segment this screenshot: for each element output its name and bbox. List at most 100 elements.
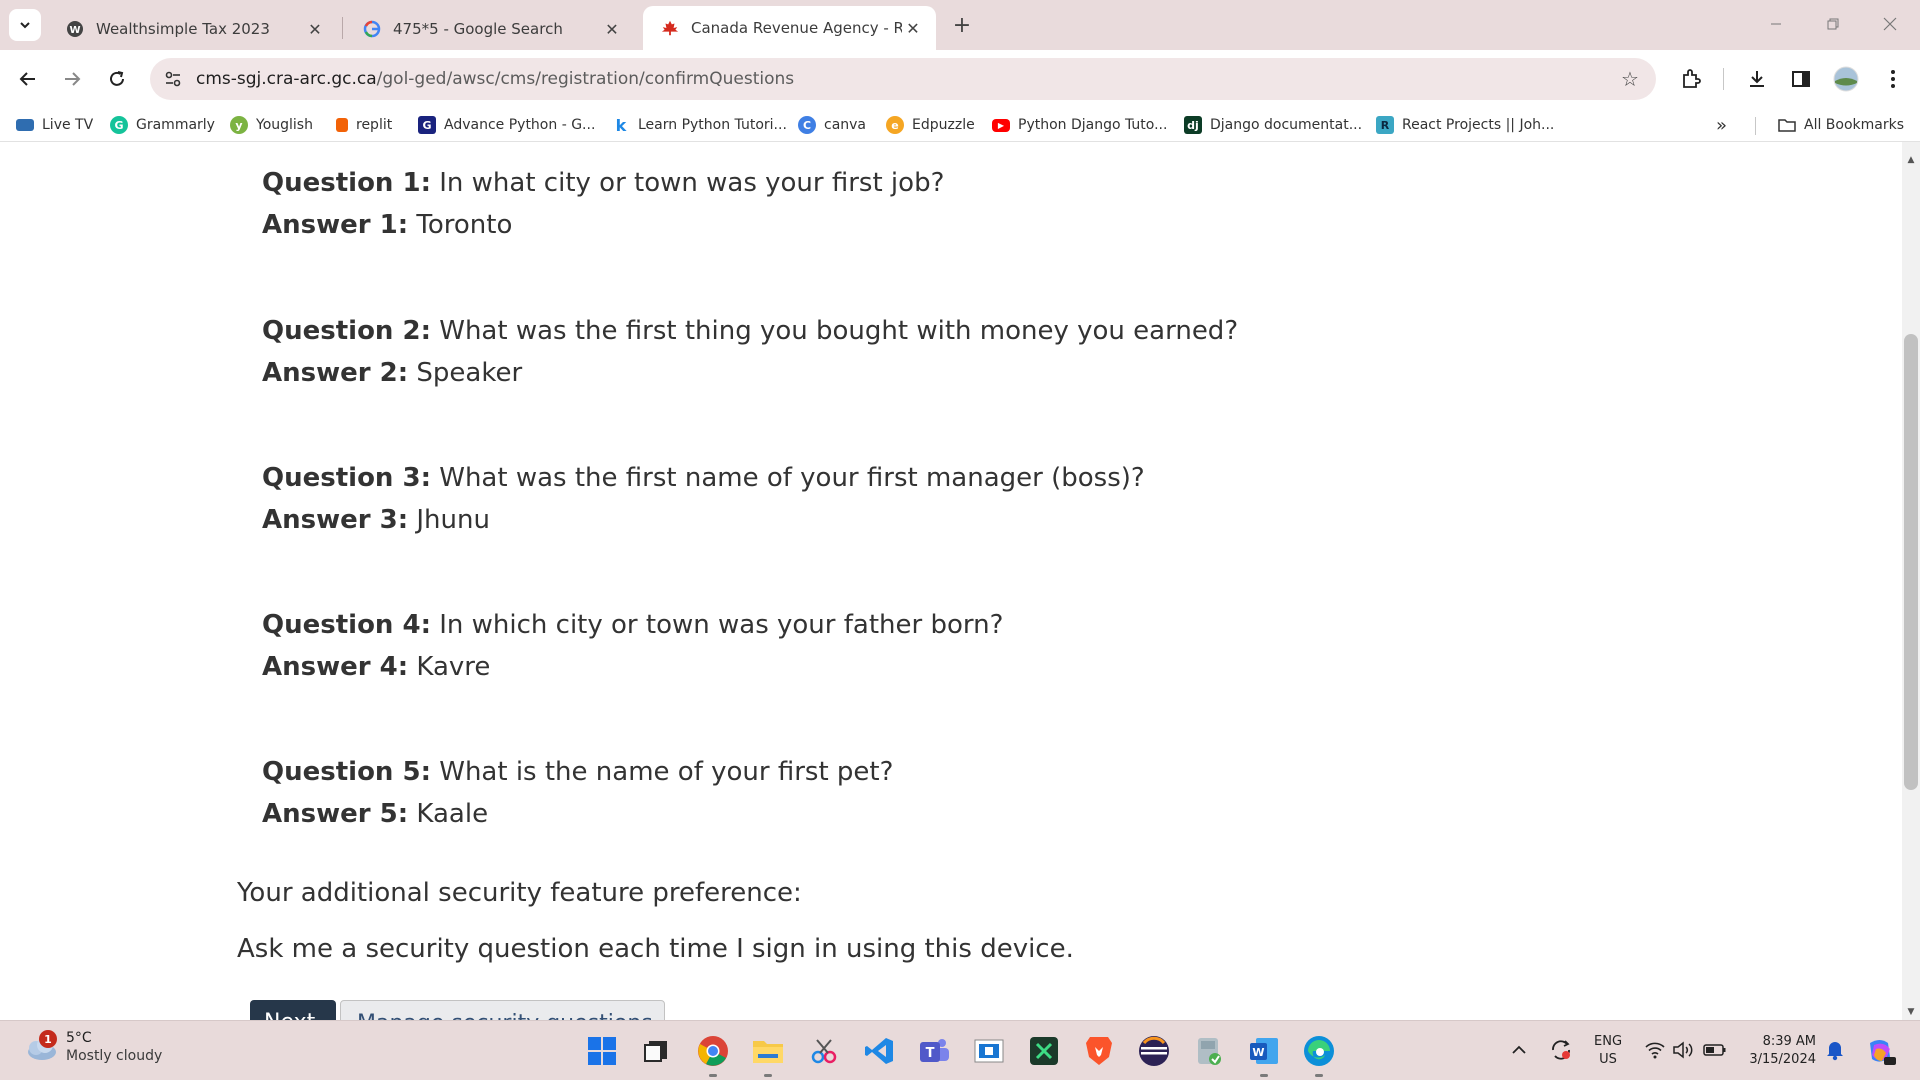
bookmark-replit[interactable]: replit bbox=[336, 115, 392, 135]
bookmark-python-django[interactable]: ▶ Python Django Tuto... bbox=[992, 115, 1167, 135]
question-text: What was the first name of your first ma… bbox=[430, 463, 1145, 493]
minimize-icon[interactable] bbox=[1760, 8, 1792, 40]
bookmark-youglish[interactable]: y Youglish bbox=[230, 115, 313, 135]
answer-text: Jhunu bbox=[408, 505, 490, 535]
brave-icon[interactable] bbox=[1081, 1033, 1117, 1069]
excel-like-app-icon[interactable] bbox=[1026, 1033, 1062, 1069]
bookmark-star-icon[interactable]: ☆ bbox=[1618, 67, 1642, 91]
extensions-icon[interactable] bbox=[1675, 63, 1707, 95]
weather-alert-badge: 1 bbox=[39, 1030, 57, 1048]
snipping-tool-icon[interactable] bbox=[806, 1033, 842, 1069]
tab-google-search[interactable]: 475*5 - Google Search ✕ bbox=[345, 8, 635, 50]
bookmark-live-tv[interactable]: Live TV bbox=[16, 115, 93, 135]
running-indicator bbox=[1315, 1074, 1323, 1077]
remote-desktop-icon[interactable] bbox=[971, 1033, 1007, 1069]
bookmark-label: Learn Python Tutori... bbox=[638, 117, 787, 133]
tab-title: 475*5 - Google Search bbox=[393, 20, 563, 38]
forward-button[interactable] bbox=[56, 63, 88, 95]
start-button[interactable] bbox=[584, 1033, 620, 1069]
chrome-icon[interactable] bbox=[695, 1033, 731, 1077]
restore-icon[interactable] bbox=[1817, 8, 1849, 40]
file-explorer-icon[interactable] bbox=[750, 1033, 786, 1077]
tab-wealthsimple[interactable]: W Wealthsimple Tax 2023 ✕ bbox=[48, 8, 338, 50]
url-host: cms-sgj.cra-arc.gc.ca bbox=[196, 69, 377, 89]
bookmark-label: Python Django Tuto... bbox=[1018, 117, 1168, 133]
menu-dots-icon[interactable] bbox=[1877, 63, 1909, 95]
region-code: US bbox=[1599, 1052, 1617, 1067]
storage-app-icon[interactable] bbox=[1191, 1033, 1227, 1069]
next-button[interactable]: Next bbox=[250, 1000, 336, 1020]
bookmark-advance-python[interactable]: G Advance Python - G... bbox=[418, 115, 595, 135]
new-tab-button[interactable]: + bbox=[950, 13, 974, 38]
copilot-icon[interactable] bbox=[1862, 1033, 1898, 1069]
question-label: Question 5: bbox=[262, 757, 431, 787]
scroll-down-arrow-icon[interactable]: ▼ bbox=[1902, 1004, 1920, 1020]
tab-cra[interactable]: Canada Revenue Agency - Revie ✕ bbox=[643, 6, 936, 50]
side-panel-icon[interactable] bbox=[1785, 63, 1817, 95]
notification-bell-icon[interactable] bbox=[1820, 1035, 1850, 1065]
address-bar[interactable]: cms-sgj.cra-arc.gc.ca/gol-ged/awsc/cms/r… bbox=[150, 58, 1656, 100]
weather-condition: Mostly cloudy bbox=[66, 1048, 163, 1064]
question-label: Question 2: bbox=[262, 316, 431, 346]
task-view-icon[interactable] bbox=[638, 1033, 674, 1069]
profile-avatar[interactable] bbox=[1830, 63, 1862, 95]
clock-date: 3/15/2024 bbox=[1749, 1052, 1816, 1067]
bookmarks-overflow-icon[interactable]: » bbox=[1716, 115, 1727, 136]
toolbar-divider bbox=[1723, 68, 1724, 90]
bookmark-label: Youglish bbox=[256, 117, 313, 133]
close-window-icon[interactable] bbox=[1874, 8, 1906, 40]
close-icon[interactable]: ✕ bbox=[304, 18, 326, 40]
show-hidden-icons-chevron-up-icon[interactable] bbox=[1505, 1035, 1533, 1065]
tab-search-button[interactable] bbox=[9, 9, 41, 41]
back-button[interactable] bbox=[12, 63, 44, 95]
bookmark-learn-python[interactable]: k Learn Python Tutori... bbox=[612, 115, 787, 135]
answer-text: Kavre bbox=[408, 652, 491, 682]
site-settings-icon[interactable] bbox=[162, 68, 184, 90]
weather-widget[interactable]: 1 5°C Mostly cloudy bbox=[22, 1029, 162, 1065]
bookmark-grammarly[interactable]: G Grammarly bbox=[110, 115, 215, 135]
scroll-thumb[interactable] bbox=[1904, 334, 1918, 790]
bookmark-label: React Projects || Joh... bbox=[1402, 117, 1555, 133]
bookmark-label: Django documentat... bbox=[1210, 117, 1363, 133]
bookmark-edpuzzle[interactable]: e Edpuzzle bbox=[886, 115, 975, 135]
bookmark-canva[interactable]: C canva bbox=[798, 115, 866, 135]
vscode-icon[interactable] bbox=[861, 1033, 897, 1069]
wifi-icon[interactable] bbox=[1640, 1035, 1670, 1065]
page-content: Question 1: In what city or town was you… bbox=[0, 142, 1902, 1020]
close-icon[interactable]: ✕ bbox=[601, 18, 623, 40]
all-bookmarks[interactable]: All Bookmarks bbox=[1778, 115, 1904, 135]
close-icon[interactable]: ✕ bbox=[902, 17, 924, 39]
svg-text:W: W bbox=[69, 25, 80, 36]
word-icon[interactable]: W bbox=[1246, 1033, 1282, 1077]
bookmark-django-docs[interactable]: dj Django documentat... bbox=[1184, 115, 1362, 135]
windows-taskbar: 1 5°C Mostly cloudy T W ENG US 8:39 AM 3… bbox=[0, 1020, 1920, 1080]
battery-icon[interactable] bbox=[1700, 1035, 1730, 1065]
canva-icon: C bbox=[798, 116, 816, 134]
folder-icon bbox=[1778, 116, 1796, 134]
reload-button[interactable] bbox=[101, 63, 133, 95]
bookmarks-divider bbox=[1755, 117, 1756, 135]
question-text: In what city or town was your first job? bbox=[430, 168, 945, 198]
bookmark-label: All Bookmarks bbox=[1804, 117, 1905, 133]
qa-block-1: Question 1: In what city or town was you… bbox=[262, 162, 944, 246]
download-icon[interactable] bbox=[1741, 63, 1773, 95]
volume-icon[interactable] bbox=[1668, 1035, 1698, 1065]
sync-icon[interactable] bbox=[1546, 1035, 1576, 1065]
manage-security-questions-button[interactable]: Manage security questions bbox=[340, 1000, 665, 1020]
question-2: Question 2: What was the first thing you… bbox=[262, 310, 1238, 352]
url-path: /gol-ged/awsc/cms/registration/confirmQu… bbox=[376, 69, 795, 89]
scroll-up-arrow-icon[interactable]: ▲ bbox=[1902, 152, 1920, 168]
security-preference-value: Ask me a security question each time I s… bbox=[237, 934, 1074, 964]
tab-divider bbox=[342, 17, 343, 39]
page-scrollbar[interactable]: ▲ ▼ bbox=[1902, 142, 1920, 1020]
answer-5: Answer 5: Kaale bbox=[262, 793, 893, 835]
question-label: Question 1: bbox=[262, 168, 431, 198]
edge-icon[interactable] bbox=[1301, 1033, 1337, 1077]
running-indicator bbox=[1260, 1074, 1268, 1077]
windows-logo-icon bbox=[588, 1037, 616, 1065]
teams-icon[interactable]: T bbox=[916, 1033, 952, 1069]
bookmark-react-projects[interactable]: R React Projects || Joh... bbox=[1376, 115, 1554, 135]
system-clock[interactable]: 8:39 AM 3/15/2024 bbox=[1740, 1033, 1816, 1069]
eclipse-icon[interactable] bbox=[1136, 1033, 1172, 1069]
language-indicator[interactable]: ENG US bbox=[1594, 1033, 1622, 1069]
